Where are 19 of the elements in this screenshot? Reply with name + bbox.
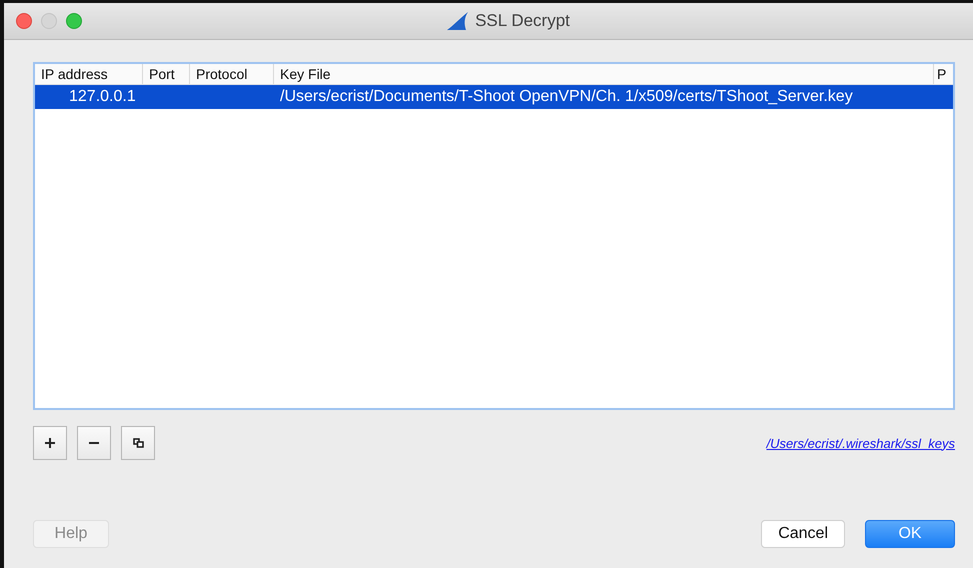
table-cell: /Users/ecrist/Documents/T-Shoot OpenVPN/Ch. 1/x509/certs/TShoot_Server.key — [280, 88, 853, 105]
close-button[interactable] — [16, 13, 32, 29]
file-link[interactable]: /Users/ecrist/.wireshark/ssl_keys — [766, 436, 955, 450]
copy-icon — [132, 438, 144, 448]
shark-fin-icon — [447, 12, 470, 30]
window-title: SSL Decrypt — [475, 11, 570, 31]
add-icon — [45, 438, 55, 448]
column-header[interactable]: IP address — [35, 64, 143, 84]
add-button[interactable] — [33, 426, 67, 460]
dialog-button[interactable]: Cancel — [761, 520, 845, 548]
remove-button[interactable] — [77, 426, 111, 460]
copy-button[interactable] — [121, 426, 155, 460]
column-header[interactable]: Protocol — [190, 64, 274, 84]
table-cell: 127.0.0.1 — [69, 88, 136, 105]
column-header[interactable]: Key File — [274, 64, 934, 84]
column-header[interactable]: Port — [143, 64, 190, 84]
column-header[interactable]: P — [934, 64, 953, 84]
zoom-button[interactable] — [66, 13, 82, 29]
table-row[interactable]: 127.0.0.1 /Users/ecrist/Documents/T-Shoot OpenVPN/Ch. 1/x509/certs/TShoot_Server.key — [35, 85, 953, 109]
